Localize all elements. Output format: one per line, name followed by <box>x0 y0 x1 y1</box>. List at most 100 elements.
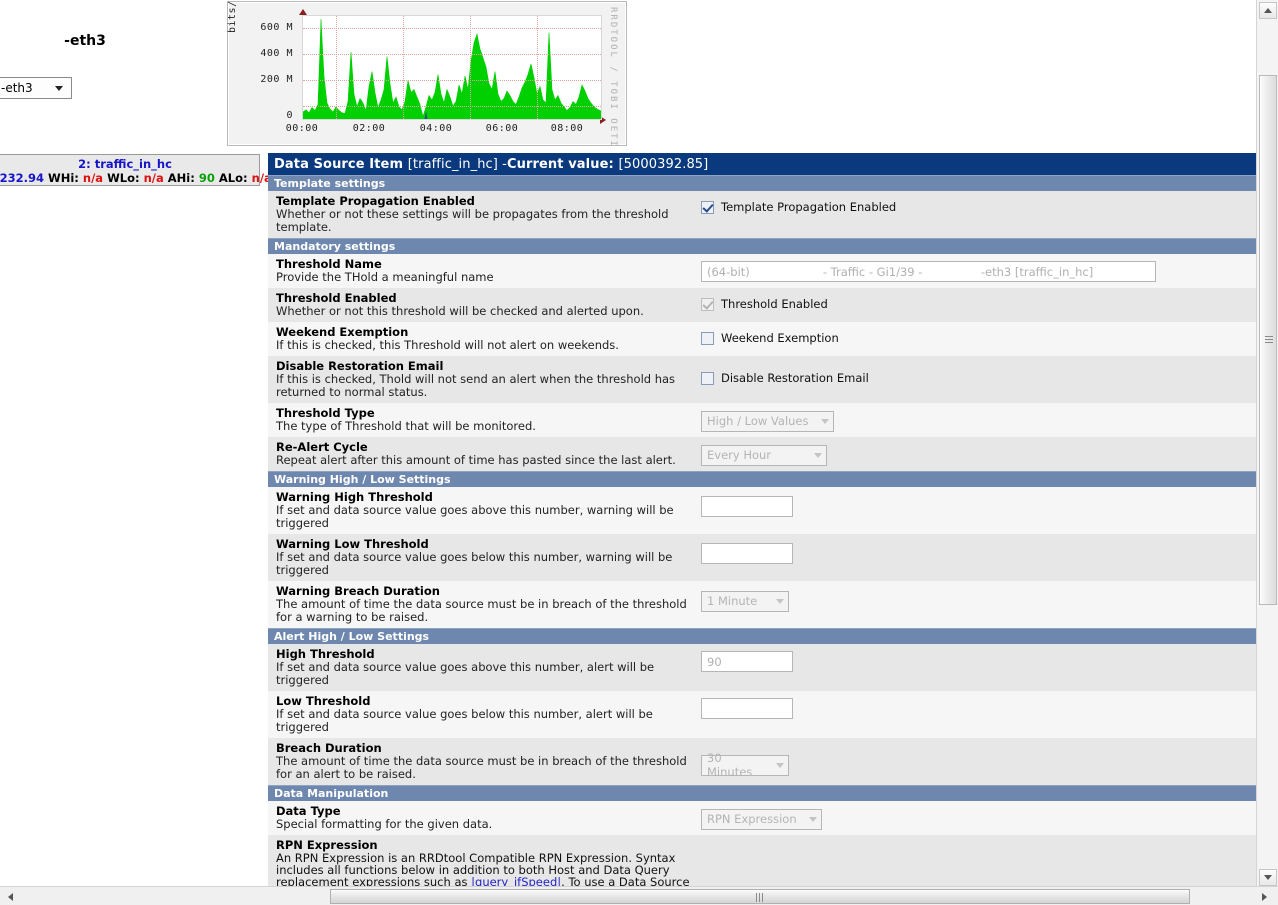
data-type-select-value: RPN Expression <box>707 812 797 826</box>
graph-series-traffic-in-hc <box>303 18 601 119</box>
field-weekend-exemption: Weekend Exemption If this is checked, th… <box>268 322 1260 356</box>
chevron-down-icon <box>821 418 829 424</box>
legend-wlo-label: WLo: <box>107 171 140 185</box>
panel-title: Data Source Item [traffic_in_hc] - Curre… <box>268 153 1260 175</box>
field-warning-high-threshold: Warning High Threshold If set and data s… <box>268 487 1260 534</box>
field-data-type: Data Type Special formatting for the giv… <box>268 801 1260 835</box>
graph-xtick-0600: 06:00 <box>485 123 519 134</box>
warning-breach-duration-hint: The amount of time the data source must … <box>276 597 687 624</box>
warning-breach-duration-select-value: 1 Minute <box>707 594 758 608</box>
field-template-propagation: Template Propagation Enabled Whether or … <box>268 191 1260 238</box>
high-threshold-input[interactable]: 90 <box>701 651 793 672</box>
disable-restoration-email-checkbox-label: Disable Restoration Email <box>721 371 869 385</box>
realert-cycle-hint: Repeat alert after this amount of time h… <box>276 453 676 467</box>
chevron-down-icon <box>809 816 817 822</box>
panel-title-thin-2: [5000392.85] <box>618 156 709 172</box>
legend-whi-label: WHi: <box>48 171 79 185</box>
weekend-exemption-checkbox[interactable] <box>701 331 714 345</box>
arrow-up-icon <box>1264 8 1272 13</box>
scroll-down-button[interactable] <box>1259 869 1277 886</box>
legend-ahi-label: AHi: <box>167 171 195 185</box>
field-threshold-name: Threshold Name Provide the THold a meani… <box>268 254 1260 288</box>
threshold-name-input[interactable]: (64-bit) - Traffic - Gi1/39 - -eth3 [tra… <box>701 261 1156 282</box>
arrow-left-icon <box>8 892 13 901</box>
section-alert-settings: Alert High / Low Settings <box>268 628 1260 644</box>
breach-duration-select-value: 30 Minutes <box>707 751 753 779</box>
weekend-exemption-hint: If this is checked, this Threshold will … <box>276 338 619 352</box>
graph-xtick-0200: 02:00 <box>352 123 386 134</box>
graph-legend-panel: 2: traffic_in_hc : 232.94 WHi: n/a WLo: … <box>0 154 272 186</box>
field-realert-cycle: Re-Alert Cycle Repeat alert after this a… <box>268 437 1260 471</box>
disable-restoration-email-checkbox[interactable] <box>701 371 714 385</box>
legend-current-value: 232.94 <box>0 171 44 185</box>
chevron-down-icon <box>776 598 784 604</box>
arrow-right-icon <box>1262 892 1267 901</box>
data-type-select[interactable]: RPN Expression <box>701 808 822 830</box>
grip-icon <box>756 893 764 902</box>
section-warning-settings: Warning High / Low Settings <box>268 471 1260 487</box>
grip-icon <box>1265 336 1273 344</box>
threshold-name-hint: Provide the THold a meaningful name <box>276 270 494 284</box>
warning-low-threshold-hint: If set and data source value goes below … <box>276 550 673 577</box>
threshold-settings-panel: Data Source Item [traffic_in_hc] - Curre… <box>268 153 1260 886</box>
rpn-token-query-ifspeed: |query_ifSpeed| <box>471 875 562 886</box>
threshold-enabled-checkbox[interactable] <box>701 297 714 311</box>
scroll-right-button[interactable] <box>1257 889 1272 904</box>
disable-restoration-email-hint: If this is checked, Thold will not send … <box>276 372 676 399</box>
field-warning-breach-duration: Warning Breach Duration The amount of ti… <box>268 581 1260 628</box>
graph-ytick-600m: 600 M <box>260 22 293 33</box>
field-warning-low-threshold: Warning Low Threshold If set and data so… <box>268 534 1260 581</box>
vertical-scrollbar-thumb[interactable] <box>1259 75 1277 605</box>
field-low-threshold: Low Threshold If set and data source val… <box>268 691 1260 738</box>
warning-low-threshold-input[interactable] <box>701 543 793 564</box>
field-threshold-type: Threshold Type The type of Threshold tha… <box>268 403 1260 437</box>
interface-select[interactable]: -eth3 <box>0 77 72 99</box>
horizontal-scrollbar[interactable] <box>0 886 1278 905</box>
horizontal-scrollbar-thumb[interactable] <box>330 889 1190 904</box>
template-propagation-hint: Whether or not these settings will be pr… <box>276 207 669 234</box>
low-threshold-input[interactable] <box>701 698 793 719</box>
legend-ahi-value: 90 <box>198 171 215 185</box>
graph-plot-area <box>302 15 602 120</box>
breach-duration-select[interactable]: 30 Minutes <box>701 751 789 779</box>
warning-high-threshold-hint: If set and data source value goes above … <box>276 503 674 530</box>
warning-high-threshold-input[interactable] <box>701 496 793 517</box>
weekend-exemption-checkbox-label: Weekend Exemption <box>721 331 839 345</box>
breach-duration-hint: The amount of time the data source must … <box>276 754 687 781</box>
graph-ytick-0: 0 <box>286 110 293 121</box>
threshold-enabled-checkbox-label: Threshold Enabled <box>721 297 828 311</box>
section-data-manipulation: Data Manipulation <box>268 785 1260 801</box>
rrd-graph-canvas: bits/sec 600 M 400 M 200 M 0 00:00 02:00… <box>227 0 623 147</box>
legend-alo-label: ALo: <box>218 171 248 185</box>
field-disable-restoration-email: Disable Restoration Email If this is che… <box>268 356 1260 403</box>
graph-preview-area: -eth3 -eth3 bits/sec 600 M 400 M 200 M 0 <box>0 0 1255 150</box>
vertical-scrollbar[interactable] <box>1256 0 1278 888</box>
application-window: -eth3 -eth3 bits/sec 600 M 400 M 200 M 0 <box>0 0 1278 905</box>
section-template-settings: Template settings <box>268 175 1260 191</box>
template-propagation-checkbox[interactable] <box>701 200 714 214</box>
rrd-graph: bits/sec 600 M 400 M 200 M 0 00:00 02:00… <box>227 0 627 147</box>
legend-wlo-value: n/a <box>143 171 164 185</box>
chevron-down-icon <box>55 85 63 91</box>
rrdtool-watermark: RRDTOOL / TOBI OETIKER <box>607 7 621 147</box>
realert-cycle-select[interactable]: Every Hour <box>701 444 827 466</box>
threshold-type-select-value: High / Low Values <box>707 414 809 428</box>
realert-cycle-select-value: Every Hour <box>707 448 772 462</box>
low-threshold-hint: If set and data source value goes below … <box>276 707 653 734</box>
rpn-expression-hint: An RPN Expression is an RRDtool Compatib… <box>276 852 701 886</box>
panel-title-strong-1: Data Source Item <box>274 156 404 172</box>
legend-title: 2: traffic_in_hc <box>78 157 172 171</box>
scroll-left-button[interactable] <box>3 889 18 904</box>
panel-title-strong-2: Current value: <box>506 156 614 172</box>
legend-whi-value: n/a <box>82 171 104 185</box>
threshold-type-select[interactable]: High / Low Values <box>701 410 834 432</box>
data-type-hint: Special formatting for the given data. <box>276 817 493 831</box>
scroll-up-button[interactable] <box>1259 2 1277 19</box>
threshold-enabled-hint: Whether or not this threshold will be ch… <box>276 304 644 318</box>
warning-breach-duration-select[interactable]: 1 Minute <box>701 590 789 612</box>
high-threshold-hint: If set and data source value goes above … <box>276 660 655 687</box>
threshold-type-hint: The type of Threshold that will be monit… <box>276 419 536 433</box>
template-propagation-checkbox-label: Template Propagation Enabled <box>721 200 897 214</box>
section-mandatory-settings: Mandatory settings <box>268 238 1260 254</box>
field-high-threshold: High Threshold If set and data source va… <box>268 644 1260 691</box>
